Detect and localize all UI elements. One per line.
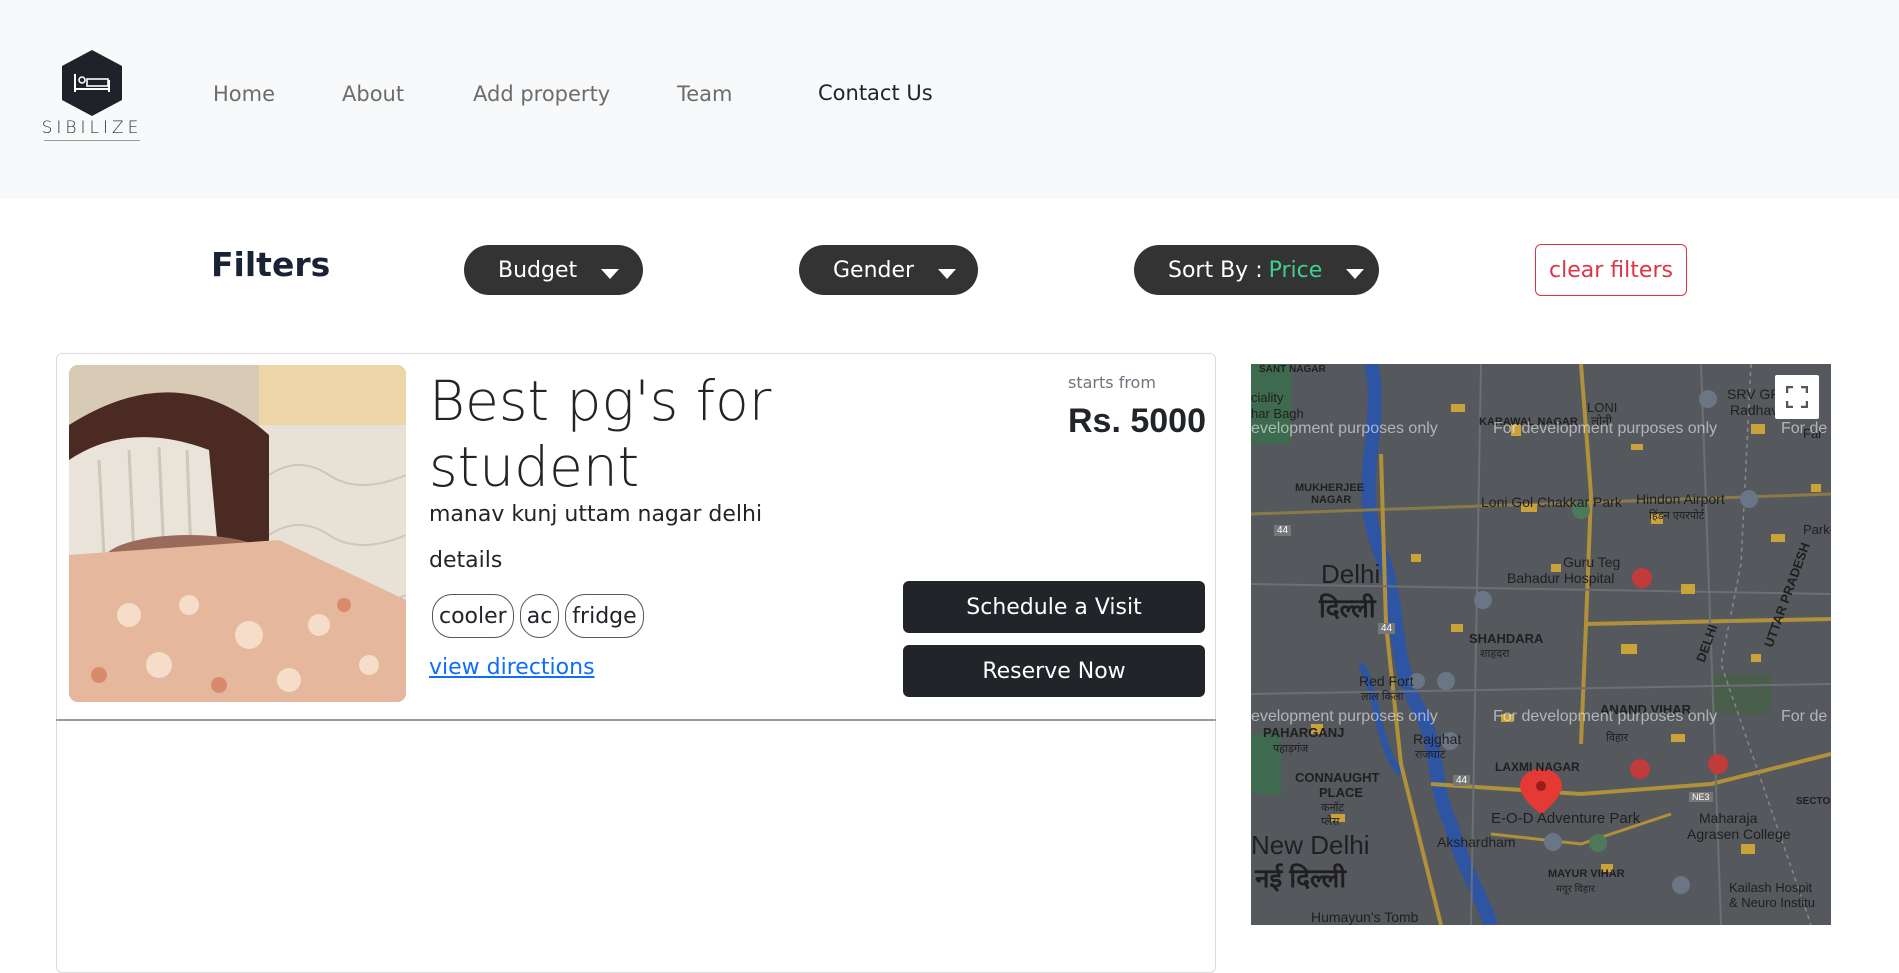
budget-dropdown[interactable]: Budget xyxy=(464,245,643,295)
map-dev-watermark: For de xyxy=(1781,420,1828,437)
map-label: Park-G xyxy=(1803,522,1831,537)
sort-dropdown[interactable]: Sort By : Price xyxy=(1134,245,1379,295)
map-label: कनॉट xyxy=(1321,802,1344,814)
map-label: PLACE xyxy=(1319,785,1364,800)
brand-underline xyxy=(44,140,140,141)
map-label: Red Fort xyxy=(1359,673,1414,689)
map-label: SHAHDARA xyxy=(1469,631,1544,646)
bed-hexagon-icon xyxy=(62,50,122,116)
caret-down-icon xyxy=(601,269,620,279)
map-label: Akshardham xyxy=(1437,834,1516,850)
map-label: SECTO xyxy=(1796,796,1831,807)
map-label: Kailash Hospit xyxy=(1729,880,1813,895)
map-fullscreen-button[interactable] xyxy=(1775,375,1819,419)
highway-shield: 44 xyxy=(1274,525,1292,536)
nav-add-property[interactable]: Add property xyxy=(473,82,610,106)
reserve-now-button[interactable]: Reserve Now xyxy=(903,645,1205,697)
budget-dropdown-label: Budget xyxy=(498,257,578,283)
map-label: LAXMI NAGAR xyxy=(1495,760,1580,774)
map-label: CONNAUGHT xyxy=(1295,770,1380,785)
map-label: Loni Gol Chakkar Park xyxy=(1481,494,1622,510)
map-label: & Neuro Institu xyxy=(1729,895,1815,910)
caret-down-icon xyxy=(938,269,957,279)
map-label: नई दिल्ली xyxy=(1255,863,1347,893)
map-dev-watermark: evelopment purposes only xyxy=(1251,420,1438,437)
map-label: Delhi xyxy=(1321,559,1381,589)
map-label: SRV GR xyxy=(1727,386,1781,402)
map-label: मयूर विहार xyxy=(1556,884,1595,895)
map-label: MAYUR VIHAR xyxy=(1548,868,1625,880)
nav-home[interactable]: Home xyxy=(213,82,275,106)
brand-name: SIBILIZE xyxy=(41,118,143,138)
map-label: MUKHERJEE xyxy=(1295,482,1365,494)
map-label: NAGAR xyxy=(1311,494,1352,506)
highway-shield: 44 xyxy=(1378,623,1396,634)
map-label: ciality xyxy=(1251,390,1284,405)
listing-title: Best pg's for student xyxy=(429,369,772,499)
map-label: दिल्ली xyxy=(1319,593,1376,623)
amenity-tag: cooler xyxy=(432,594,514,638)
nav-about[interactable]: About xyxy=(342,82,404,106)
card-divider xyxy=(56,719,1216,721)
map-label: Bahadur Hospital xyxy=(1507,570,1615,586)
highway-shield: NE3 xyxy=(1689,792,1713,802)
listing-photo xyxy=(69,365,406,702)
map-dev-watermark: For development purposes only xyxy=(1493,420,1718,437)
map-label: E-O-D Adventure Park xyxy=(1491,810,1641,827)
map-label: har Bagh xyxy=(1251,406,1304,421)
map-label: Rajghat xyxy=(1413,731,1462,747)
map-label: पहाड़गंज xyxy=(1273,743,1309,755)
price-caption: starts from xyxy=(1068,373,1156,392)
map-label: SANT NAGAR xyxy=(1259,364,1326,375)
map-label: Guru Teg xyxy=(1563,554,1621,570)
filters-heading: Filters xyxy=(211,245,331,284)
sort-dropdown-value: Price xyxy=(1268,257,1323,283)
gender-dropdown[interactable]: Gender xyxy=(799,245,978,295)
map-label: शाहदरा xyxy=(1480,648,1510,660)
caret-down-icon xyxy=(1346,269,1365,279)
map-label: Hindon Airport xyxy=(1636,491,1725,507)
view-directions-link[interactable]: view directions xyxy=(429,655,595,680)
nav-contact-us[interactable]: Contact Us xyxy=(818,81,933,105)
clear-filters-button[interactable]: clear filters xyxy=(1535,244,1687,296)
listing-price: Rs. 5000 xyxy=(1068,402,1206,440)
map-dev-watermark: evelopment purposes only xyxy=(1251,708,1438,725)
sort-dropdown-prefix: Sort By : xyxy=(1168,257,1263,283)
map-label: राजघाट xyxy=(1415,749,1446,761)
fullscreen-icon xyxy=(1786,386,1808,408)
map-label: हिंडन एयरपोर्ट xyxy=(1649,510,1705,522)
listing-address: manav kunj uttam nagar delhi xyxy=(429,502,763,527)
brand-logo[interactable]: SIBILIZE xyxy=(40,50,144,142)
map-label: Humayun's Tomb xyxy=(1311,909,1419,925)
amenity-tag: ac xyxy=(519,594,560,638)
map-label: प्लेस xyxy=(1321,816,1340,828)
map-label: लाल किला xyxy=(1361,691,1404,703)
map-label: Agrasen College xyxy=(1687,826,1791,842)
map-dev-watermark: For development purposes only xyxy=(1493,708,1718,725)
highway-shield: 44 xyxy=(1453,775,1471,786)
map-view[interactable]: Delhi दिल्ली New Delhi नई दिल्ली LONI लो… xyxy=(1251,364,1831,925)
nav-team[interactable]: Team xyxy=(677,82,733,106)
listing-details: details xyxy=(429,548,503,573)
map-label: विहार xyxy=(1606,732,1629,744)
map-label: New Delhi xyxy=(1251,830,1370,860)
map-label: Maharaja xyxy=(1699,810,1758,826)
map-dev-watermark: For de xyxy=(1781,708,1828,725)
top-navbar: SIBILIZE Home About Add property Team Co… xyxy=(0,0,1899,199)
map-label: PAHARGANJ xyxy=(1263,725,1345,740)
gender-dropdown-label: Gender xyxy=(833,257,915,283)
amenity-tag: fridge xyxy=(565,594,644,638)
schedule-visit-button[interactable]: Schedule a Visit xyxy=(903,581,1205,633)
amenity-tags: cooler ac fridge xyxy=(432,594,644,638)
